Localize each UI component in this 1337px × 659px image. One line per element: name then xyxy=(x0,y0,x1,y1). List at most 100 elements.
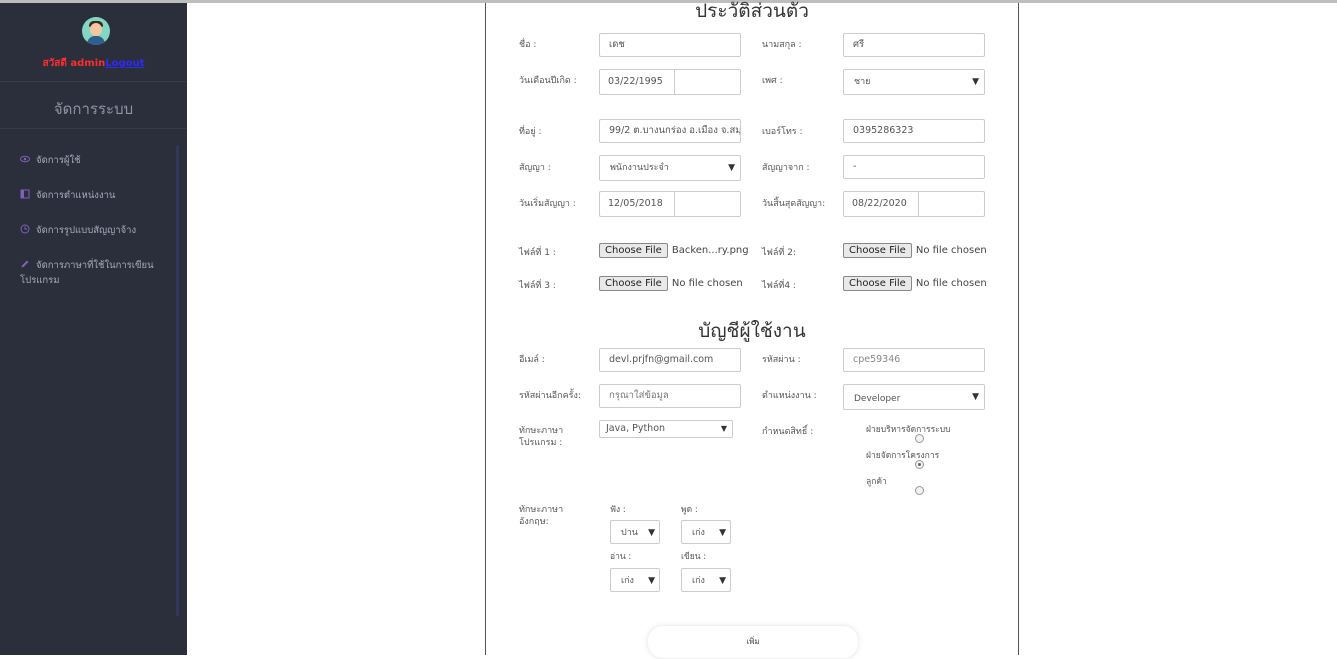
personal-section-title: ประวัติส่วนตัว xyxy=(695,0,809,22)
password-field[interactable]: cpe59346 xyxy=(843,348,985,372)
greeting: สวัสดี adminLogout xyxy=(0,56,187,71)
last-name-field[interactable]: ศรี xyxy=(843,33,985,57)
last-name-label: นามสกุล : xyxy=(762,40,802,50)
skills-label: ทักษะภาษา โปรแกรม : xyxy=(519,426,564,448)
sidebar-title: จัดการระบบ xyxy=(53,100,134,118)
divider xyxy=(0,128,187,129)
user-form: ประวัติส่วนตัว ชื่อ : เดช นามสกุล : ศรี … xyxy=(485,0,1019,659)
contract-start-field[interactable]: 12/05/2018 xyxy=(599,191,741,217)
choose-file-button[interactable]: Choose File xyxy=(599,276,668,291)
gender-select[interactable]: ชาย ▼ xyxy=(843,69,985,95)
role-radio-project[interactable] xyxy=(915,460,924,469)
first-name-field[interactable]: เดช xyxy=(599,33,741,57)
contract-value: พนักงานประจำ xyxy=(610,163,669,173)
contract-from-label: สัญญาจาก : xyxy=(762,163,810,173)
file3-input[interactable]: Choose File No file chosen xyxy=(599,276,743,291)
file2-label: ไฟล์ที่ 2: xyxy=(762,248,796,258)
sidebar-item-contracts[interactable]: จัดการรูปแบบสัญญาจ้าง xyxy=(20,223,168,238)
dropdown-arrow-icon: ▼ xyxy=(720,424,727,433)
dropdown-arrow-icon: ▼ xyxy=(972,77,979,87)
contract-select[interactable]: พนักงานประจำ ▼ xyxy=(599,155,741,181)
read-value: เก่ง xyxy=(621,576,634,586)
first-name-label: ชื่อ : xyxy=(519,40,537,50)
role-option-label: ฝ่ายบริหารจัดการระบบ xyxy=(866,425,951,435)
skills-value: Java, Python xyxy=(606,423,666,434)
phone-field[interactable]: 0395286323 xyxy=(843,119,985,143)
clock-icon xyxy=(20,224,30,234)
read-select[interactable]: เก่ง ▼ xyxy=(610,568,660,592)
confirm-password-label: รหัสผ่านอีกครั้ง: xyxy=(519,391,581,401)
birthdate-field[interactable]: 03/22/1995 xyxy=(599,69,741,95)
logout-link[interactable]: Logout xyxy=(105,58,144,69)
contract-label: สัญญา : xyxy=(519,163,551,173)
birthdate-value: 03/22/1995 xyxy=(600,70,675,94)
role-option-label: ลูกค้า xyxy=(866,477,887,487)
sidebar-item-languages[interactable]: จัดการภาษาที่ใช้ในการเขียนโปรแกรม xyxy=(20,258,168,288)
contract-start-value: 12/05/2018 xyxy=(600,192,675,216)
listen-label: ฟัง : xyxy=(610,505,626,515)
sidebar-item-label: จัดการภาษาที่ใช้ในการเขียนโปรแกรม xyxy=(20,260,154,286)
choose-file-button[interactable]: Choose File xyxy=(843,276,912,291)
pencil-icon xyxy=(21,260,29,268)
greeting-text: สวัสดี admin xyxy=(42,58,106,69)
choose-file-button[interactable]: Choose File xyxy=(599,243,668,258)
dropdown-arrow-icon: ▼ xyxy=(719,528,726,538)
file1-label: ไฟล์ที่ 1 : xyxy=(519,248,556,258)
role-radio-customer[interactable] xyxy=(915,486,924,495)
skills-multiselect[interactable]: Java, Python ▼ xyxy=(599,420,733,438)
sidebar-scrollbar[interactable] xyxy=(176,146,179,616)
divider xyxy=(0,81,187,82)
dropdown-arrow-icon: ▼ xyxy=(972,392,979,402)
birthdate-label: วันเดือนปีเกิด : xyxy=(519,76,577,86)
sidebar-item-label: จัดการผู้ใช้ xyxy=(36,155,81,166)
read-label: อ่าน : xyxy=(610,552,632,562)
speak-value: เก่ง xyxy=(692,528,705,538)
email-field[interactable]: devl.prjfn@gmail.com xyxy=(599,348,741,372)
address-field[interactable]: 99/2 ต.บางนกร่อง อ.เมือง จ.สมุทรปราการ xyxy=(599,119,741,143)
speak-label: พูด : xyxy=(681,505,698,515)
role-option-label: ฝ่ายจัดการโครงการ xyxy=(866,451,940,461)
write-select[interactable]: เก่ง ▼ xyxy=(681,568,731,592)
contract-from-field[interactable]: - xyxy=(843,155,985,179)
write-label: เขียน : xyxy=(681,552,707,562)
avatar xyxy=(82,17,110,45)
password-label: รหัสผ่าน : xyxy=(762,355,801,365)
contract-end-field[interactable]: 08/22/2020 xyxy=(843,191,985,217)
choose-file-button[interactable]: Choose File xyxy=(843,243,912,258)
sidebar-item-label: จัดการตำแหน่งงาน xyxy=(36,190,116,201)
listen-value: ปาน xyxy=(621,528,638,538)
eye-icon xyxy=(20,155,30,163)
write-value: เก่ง xyxy=(692,576,705,586)
confirm-password-field[interactable]: กรุณาใส่ข้อมูล xyxy=(599,384,741,408)
address-label: ที่อยู่ : xyxy=(519,127,542,137)
contract-end-label: วันสิ้นสุดสัญญา: xyxy=(762,199,826,209)
add-button[interactable]: เพิ่ม xyxy=(647,625,859,659)
dropdown-arrow-icon: ▼ xyxy=(648,528,655,538)
sidebar-item-users[interactable]: จัดการผู้ใช้ xyxy=(20,153,168,168)
account-section-title: บัญชีผู้ใช้งาน xyxy=(698,320,806,342)
role-label: กำหนดสิทธิ์ : xyxy=(762,427,814,437)
file-name: No file chosen xyxy=(671,278,743,289)
listen-select[interactable]: ปาน ▼ xyxy=(610,520,660,544)
sidebar: สวัสดี adminLogout จัดการระบบ จัดการผู้ใ… xyxy=(0,3,187,655)
position-value: Developer xyxy=(854,394,901,404)
english-skill-label: ทักษะภาษา อังกฤษ: xyxy=(519,505,564,527)
role-radio-admin[interactable] xyxy=(915,434,924,443)
dropdown-arrow-icon: ▼ xyxy=(728,163,735,173)
sidebar-item-label: จัดการรูปแบบสัญญาจ้าง xyxy=(36,225,137,236)
file4-input[interactable]: Choose File No file chosen xyxy=(843,276,987,291)
email-label: อีเมล์ : xyxy=(519,355,545,365)
dropdown-arrow-icon: ▼ xyxy=(648,576,655,586)
gender-label: เพศ : xyxy=(762,76,783,86)
position-select[interactable]: Developer ▼ xyxy=(843,384,985,410)
position-label: ตำแหน่งงาน : xyxy=(762,391,817,401)
file-name: No file chosen xyxy=(915,278,987,289)
contract-end-value: 08/22/2020 xyxy=(844,192,919,216)
file2-input[interactable]: Choose File No file chosen xyxy=(843,243,987,258)
file4-label: ไฟล์ที่4 : xyxy=(762,281,796,291)
gender-value: ชาย xyxy=(854,77,871,87)
file1-input[interactable]: Choose File Backen...ry.png xyxy=(599,243,749,258)
phone-label: เบอร์โทร : xyxy=(762,127,803,137)
sidebar-item-positions[interactable]: จัดการตำแหน่งงาน xyxy=(20,188,168,203)
speak-select[interactable]: เก่ง ▼ xyxy=(681,520,731,544)
